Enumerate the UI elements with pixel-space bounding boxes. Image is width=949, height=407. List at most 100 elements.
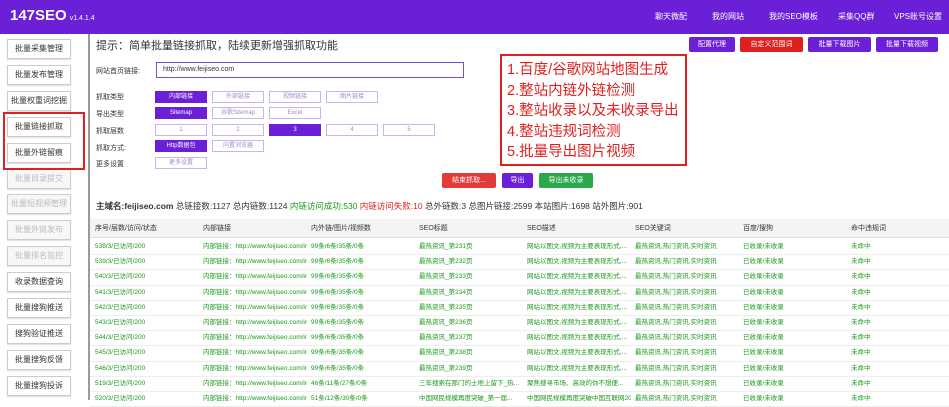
column-header[interactable]: SEO描述 <box>527 219 556 238</box>
table-row[interactable]: 541/3/已访问/200 内部链接：http://www.feijiseo.co… <box>90 286 949 301</box>
crawl-type-image[interactable]: 图片链接 <box>326 91 378 103</box>
table-row[interactable]: 519/3/已访问/200 内部链接：http://www.feijiseo.co… <box>90 377 949 392</box>
sidebar-item[interactable]: 收录数据查询 <box>7 272 71 293</box>
table-cell: 最热资讯,热门资讯,实时资讯 <box>635 243 717 250</box>
table-cell: 最热资讯_第239页 <box>419 364 473 372</box>
table-cell: 最热资讯,热门资讯,实时资讯 <box>635 379 717 387</box>
export-unindexed-button[interactable]: 导出未收录 <box>539 173 593 188</box>
table-cell: 99条/6条/35条/0条 <box>311 303 365 311</box>
table-cell: 99条/6条/35条/0条 <box>311 349 365 357</box>
more-settings-button[interactable]: 更多设置 <box>155 157 207 169</box>
export-type-google-sitemap[interactable]: 谷歌Sitemap <box>212 107 264 119</box>
sidebar-item[interactable]: 批量权重词挖掘 <box>7 90 71 111</box>
depth-option-1[interactable]: 1 <box>155 124 207 136</box>
crawl-type-video[interactable]: 视频链接 <box>269 91 321 103</box>
depth-option-4[interactable]: 4 <box>326 124 378 136</box>
export-type-sitemap[interactable]: Sitemap <box>155 107 207 119</box>
method-http[interactable]: Http数据包 <box>155 140 207 152</box>
sidebar-item[interactable]: 批量采集管理 <box>7 39 71 59</box>
table-cell: 最热资讯_第231页 <box>419 243 473 250</box>
nav-item-seo-templates[interactable]: 我的SEO模板 <box>769 11 818 22</box>
column-header[interactable]: 序号/层数/访问/状态 <box>95 219 157 238</box>
sidebar-item[interactable]: 批量外链发布 <box>7 220 71 241</box>
table-cell: 最热资讯,热门资讯,实时资讯 <box>635 319 717 326</box>
table-cell: 99条/6条/35条/0条 <box>311 258 365 266</box>
sidebar-item[interactable]: 批量搜狗推送 <box>7 298 71 318</box>
table-cell: 最热资讯,热门资讯,实时资讯 <box>635 288 717 296</box>
column-header[interactable]: 内外链/图片/视频数 <box>311 219 371 238</box>
table-cell: 已收录/未收录 <box>743 273 784 281</box>
custom-range-words-button[interactable]: 自定义范围词 <box>740 37 803 52</box>
table-cell: 中国网民规模再度突破中国互联网2022... <box>527 395 631 402</box>
table-cell: 99条/6条/35条/0条 <box>311 273 365 281</box>
column-header[interactable]: 百度/搜狗 <box>743 219 773 238</box>
nav-item-chat[interactable]: 聊天微配 <box>655 11 687 22</box>
table-cell: 最热资讯,热门资讯,实时资讯 <box>635 303 717 311</box>
crawl-type-external[interactable]: 外部链接 <box>212 91 264 103</box>
top-bar: 147SEO v1.4.1.4 聊天微配 我的网站 我的SEO模板 采集QQ群 V… <box>0 0 949 34</box>
table-cell: 未命中 <box>851 258 871 266</box>
nav-item-vps-settings[interactable]: VPS账号设置 <box>894 11 942 22</box>
table-cell: 最热资讯,热门资讯,实时资讯 <box>635 349 717 357</box>
table-cell: 已收录/未收录 <box>743 334 784 342</box>
sidebar-item[interactable]: 批量短视频管理 <box>7 194 71 215</box>
stat-image-links: 总图片链接:2599 <box>468 201 533 211</box>
table-cell: 中国网民规模再度突破_第一届... <box>419 395 513 402</box>
depth-option-2[interactable]: 2 <box>212 124 264 136</box>
sidebar-item[interactable]: 批量排名监控 <box>7 246 71 267</box>
proxy-config-button[interactable]: 配置代理 <box>689 37 735 52</box>
table-row[interactable]: 542/3/已访问/200 内部链接：http://www.feijiseo.co… <box>90 301 949 316</box>
table-cell: 已收录/未收录 <box>743 349 784 357</box>
sidebar: 批量采集管理 批量发布管理 批量权重词挖掘 批量链接抓取 批量外链留痕 批量目录提交 批量短… <box>0 34 88 400</box>
sidebar-item[interactable]: 批量发布管理 <box>7 64 71 85</box>
nav-item-qq-group[interactable]: 采集QQ群 <box>838 11 874 22</box>
app-logo: 147SEO v1.4.1.4 <box>10 7 95 24</box>
batch-download-videos-button[interactable]: 批量下载视频 <box>876 37 938 52</box>
table-cell: 51条/12条/30条/0条 <box>311 395 368 402</box>
stats-line: 主域名:feijiseo.com 总链接数:1127 总内链数:1124 内链访… <box>96 200 643 212</box>
export-button[interactable]: 导出 <box>502 173 533 188</box>
table-row[interactable]: 544/3/已访问/200 内部链接：http://www.feijiseo.co… <box>90 331 949 347</box>
table-cell: 538/3/已访问/200 <box>95 243 146 250</box>
sidebar-item[interactable]: 批量目录提交 <box>7 168 71 189</box>
table-cell: 已收录/未收录 <box>743 319 784 326</box>
table-cell: 未命中 <box>851 334 871 342</box>
table-cell: 99条/6条/35条/0条 <box>311 364 365 372</box>
column-header[interactable]: SEO标题 <box>419 219 448 238</box>
table-cell: 541/3/已访问/200 <box>95 288 146 296</box>
column-header[interactable]: 内部链接 <box>203 219 231 238</box>
table-row[interactable]: 539/3/已访问/200 内部链接：http://www.feijiseo.co… <box>90 255 949 271</box>
table-row[interactable]: 540/3/已访问/200 内部链接：http://www.feijiseo.co… <box>90 270 949 286</box>
table-cell: 已收录/未收录 <box>743 379 784 387</box>
table-cell: 网站以图文,视频为主要表现形式,... <box>527 288 628 296</box>
column-header[interactable]: 命中违规词 <box>851 219 886 238</box>
nav-item-my-sites[interactable]: 我的网站 <box>712 11 744 22</box>
batch-download-images-button[interactable]: 批量下载图片 <box>808 37 871 52</box>
table-cell: 内部链接：http://www.feijiseo.com/ind <box>203 273 307 281</box>
crawl-type-internal[interactable]: 内部链接 <box>155 91 207 103</box>
site-url-input[interactable]: http://www.feijiseo.com <box>156 62 464 78</box>
table-cell: 内部链接：http://www.feijiseo.com/ind <box>203 349 307 357</box>
column-header[interactable]: SEO关键词 <box>635 219 671 238</box>
method-browser[interactable]: 内置浏览器 <box>212 140 264 152</box>
sidebar-item[interactable]: 批量搜狗投诉 <box>7 375 71 396</box>
table-cell: 未命中 <box>851 395 871 402</box>
export-type-excel[interactable]: Excel <box>269 107 321 119</box>
table-cell: 543/3/已访问/200 <box>95 319 146 326</box>
table-row[interactable]: 543/3/已访问/200 内部链接：http://www.feijiseo.co… <box>90 316 949 332</box>
table-row[interactable]: 538/3/已访问/200 内部链接：http://www.feijiseo.co… <box>90 240 949 256</box>
stat-total-links: 总链接数:1127 <box>175 201 231 211</box>
table-cell: 网站以图文,视频为主要表现形式,... <box>527 364 628 372</box>
table-cell: 520/3/已访问/200 <box>95 395 146 402</box>
table-row[interactable]: 546/3/已访问/200 内部链接：http://www.feijiseo.co… <box>90 362 949 377</box>
table-row[interactable]: 545/3/已访问/200 内部链接：http://www.feijiseo.co… <box>90 346 949 362</box>
table-cell: 内部链接：http://www.feijiseo.com/ind <box>203 319 307 326</box>
table-cell: 最热资讯,热门资讯,实时资讯 <box>635 395 717 402</box>
stop-crawl-button[interactable]: 结束抓取... <box>442 173 496 188</box>
method-label: 抓取方式: <box>96 145 126 152</box>
depth-option-5[interactable]: 5 <box>383 124 435 136</box>
sidebar-item[interactable]: 搜狗验证推送 <box>7 323 71 344</box>
callout-line: 4.整站违规词检测 <box>507 123 621 140</box>
sidebar-item[interactable]: 批量搜狗反馈 <box>7 349 71 370</box>
depth-option-3[interactable]: 3 <box>269 124 321 136</box>
